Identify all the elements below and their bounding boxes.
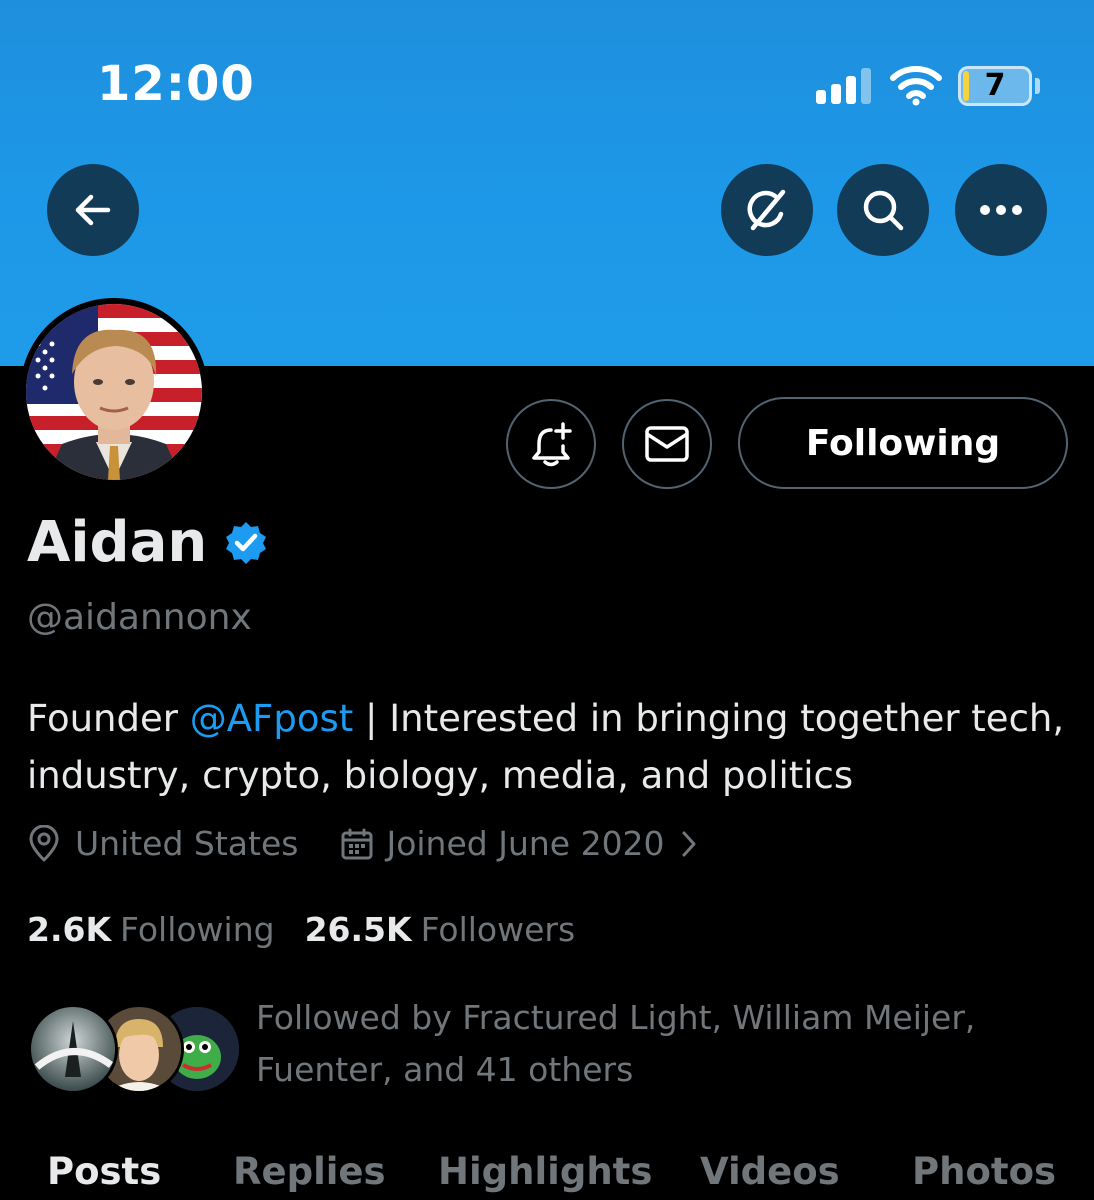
profile-bio: Founder @AFpost | Interested in bringing… xyxy=(27,690,1077,804)
location-pin-icon xyxy=(29,824,59,861)
more-horizontal-icon xyxy=(980,205,1022,215)
chevron-right-icon xyxy=(682,831,696,856)
verified-badge-icon[interactable] xyxy=(223,520,269,566)
profile-screen: 12:00 7 Following Aidan @aidannonx Found… xyxy=(0,0,1094,1200)
following-count: 2.6K xyxy=(27,910,112,949)
bell-plus-icon xyxy=(532,422,572,467)
search-icon xyxy=(863,190,904,231)
battery-level: 7 xyxy=(984,68,1006,103)
followed-by-text[interactable]: Followed by Fractured Light, William Mei… xyxy=(256,992,1056,1096)
tab-photos[interactable]: Photos xyxy=(912,1150,1056,1193)
status-time: 12:00 xyxy=(97,56,255,112)
profile-tabs: Posts Replies Highlights Videos Photos xyxy=(0,1150,1094,1200)
back-button[interactable] xyxy=(47,164,139,256)
search-button[interactable] xyxy=(837,164,929,256)
bio-prefix: Founder xyxy=(27,697,190,740)
follower-avatar-fractured-light xyxy=(28,1004,118,1094)
battery-tip xyxy=(1035,78,1040,94)
profile-banner[interactable] xyxy=(0,0,1094,366)
profile-name-row: Aidan xyxy=(27,510,269,575)
location-text: United States xyxy=(75,824,299,863)
wifi-icon xyxy=(890,66,942,106)
profile-photo xyxy=(26,304,202,480)
profile-joined[interactable]: Joined June 2020 xyxy=(340,824,698,863)
envelope-icon xyxy=(645,426,689,462)
arrow-left-icon xyxy=(75,194,111,226)
message-button[interactable] xyxy=(622,399,712,489)
profile-meta: United States Joined June 2020 xyxy=(27,824,699,863)
tab-replies[interactable]: Replies xyxy=(233,1150,386,1193)
profile-handle: @aidannonx xyxy=(27,597,252,638)
followed-by-avatars[interactable] xyxy=(28,1004,242,1094)
tab-highlights[interactable]: Highlights xyxy=(438,1150,652,1193)
profile-stats: 2.6K Following 26.5K Followers xyxy=(27,910,575,949)
following-button[interactable]: Following xyxy=(738,397,1068,489)
following-label: Following xyxy=(120,910,275,949)
grok-icon xyxy=(747,189,786,231)
joined-text: Joined June 2020 xyxy=(386,824,665,863)
profile-name: Aidan xyxy=(27,510,208,575)
followers-count: 26.5K xyxy=(304,910,412,949)
tab-videos[interactable]: Videos xyxy=(700,1150,840,1193)
profile-avatar[interactable] xyxy=(20,298,208,486)
profile-location: United States xyxy=(27,824,298,863)
grok-button[interactable] xyxy=(721,164,813,256)
cellular-signal-icon xyxy=(816,68,872,104)
followers-label: Followers xyxy=(420,910,576,949)
battery-icon: 7 xyxy=(958,66,1032,106)
more-button[interactable] xyxy=(955,164,1047,256)
followers-stat[interactable]: 26.5K Followers xyxy=(305,910,576,949)
following-stat[interactable]: 2.6K Following xyxy=(27,910,275,949)
bio-mention-link[interactable]: @AFpost xyxy=(190,697,354,740)
notifications-button[interactable] xyxy=(506,399,596,489)
calendar-icon xyxy=(341,828,373,859)
tab-posts[interactable]: Posts xyxy=(47,1150,161,1193)
